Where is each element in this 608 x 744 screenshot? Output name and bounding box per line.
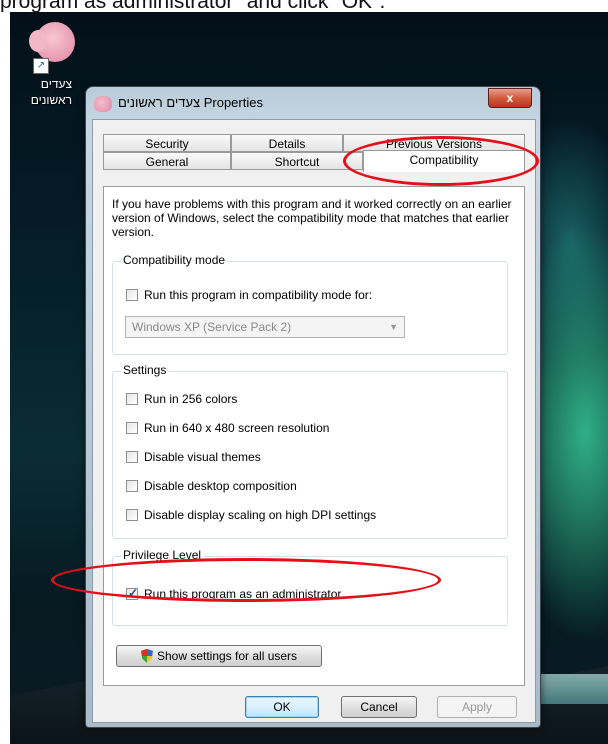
- setting-label: Run in 256 colors: [144, 392, 238, 406]
- settings-title: Settings: [121, 363, 169, 377]
- setting-256-colors-checkbox[interactable]: [126, 392, 138, 405]
- tab-compatibility[interactable]: Compatibility: [363, 150, 525, 172]
- privilege-level-title: Privilege Level: [121, 548, 204, 562]
- caption-text: program as administrator" and click "OK"…: [0, 0, 386, 12]
- title-bar[interactable]: צעדים ראשונים Properties x: [86, 87, 540, 119]
- tab-details[interactable]: Details: [231, 134, 343, 152]
- run-as-admin-label: Run this program as an administrator: [144, 587, 342, 601]
- compat-mode-checkbox-row[interactable]: Run this program in compatibility mode f…: [126, 288, 372, 304]
- compat-mode-checkbox[interactable]: [126, 288, 138, 301]
- compatibility-panel: If you have problems with this program a…: [103, 186, 525, 686]
- compatibility-mode-title: Compatibility mode: [121, 253, 228, 267]
- compat-mode-select-value: Windows XP (Service Pack 2): [132, 320, 292, 334]
- privilege-level-group: Privilege Level Run this program as an a…: [112, 548, 508, 626]
- setting-label: Disable display scaling on high DPI sett…: [144, 508, 377, 522]
- settings-group: Settings Run in 256 colors Run in 640 x …: [112, 363, 508, 539]
- tab-security[interactable]: Security: [103, 134, 231, 152]
- desktop-shortcut-icon[interactable]: ↗: [23, 22, 75, 74]
- setting-visual-themes-row[interactable]: Disable visual themes: [126, 450, 261, 466]
- setting-640x480-checkbox[interactable]: [126, 421, 138, 434]
- compatibility-mode-group: Compatibility mode Run this program in c…: [112, 253, 508, 355]
- dialog-client-area: Security Details Previous Versions Gener…: [92, 119, 536, 723]
- setting-desktop-composition-checkbox[interactable]: [126, 479, 138, 492]
- desktop-icon-label[interactable]: צעדים ראשונים: [24, 76, 72, 108]
- setting-256-colors-row[interactable]: Run in 256 colors: [126, 392, 237, 408]
- setting-dpi-scaling-row[interactable]: Disable display scaling on high DPI sett…: [126, 508, 376, 524]
- show-settings-label: Show settings for all users: [156, 649, 298, 663]
- shortcut-arrow-icon: ↗: [33, 58, 49, 74]
- properties-window: צעדים ראשונים Properties x Security Deta…: [85, 86, 541, 728]
- compat-mode-label: Run this program in compatibility mode f…: [144, 288, 373, 302]
- desktop: ↗ צעדים ראשונים צעדים ראשונים Properties…: [10, 12, 608, 744]
- apply-button[interactable]: Apply: [437, 696, 517, 718]
- show-settings-all-users-button[interactable]: Show settings for all users: [116, 645, 322, 667]
- setting-desktop-composition-row[interactable]: Disable desktop composition: [126, 479, 297, 495]
- setting-label: Disable visual themes: [144, 450, 261, 464]
- close-button[interactable]: x: [488, 88, 532, 108]
- run-as-admin-row[interactable]: Run this program as an administrator: [126, 586, 342, 603]
- cancel-button[interactable]: Cancel: [341, 696, 417, 718]
- setting-label: Disable desktop composition: [144, 479, 297, 493]
- window-title: צעדים ראשונים Properties: [118, 95, 263, 110]
- tab-shortcut[interactable]: Shortcut: [231, 152, 363, 170]
- ok-button[interactable]: OK: [245, 696, 319, 718]
- setting-visual-themes-checkbox[interactable]: [126, 450, 138, 463]
- setting-640x480-row[interactable]: Run in 640 x 480 screen resolution: [126, 421, 329, 437]
- tab-general[interactable]: General: [103, 152, 231, 170]
- setting-label: Run in 640 x 480 screen resolution: [144, 421, 330, 435]
- intro-text: If you have problems with this program a…: [112, 197, 512, 239]
- setting-dpi-scaling-checkbox[interactable]: [126, 508, 138, 521]
- compat-mode-select[interactable]: Windows XP (Service Pack 2) ▼: [125, 316, 405, 338]
- chevron-down-icon: ▼: [389, 322, 398, 332]
- uac-shield-icon: [140, 648, 153, 663]
- elephant-ear: [29, 30, 47, 52]
- run-as-admin-checkbox[interactable]: [126, 586, 138, 600]
- app-icon: [94, 96, 112, 112]
